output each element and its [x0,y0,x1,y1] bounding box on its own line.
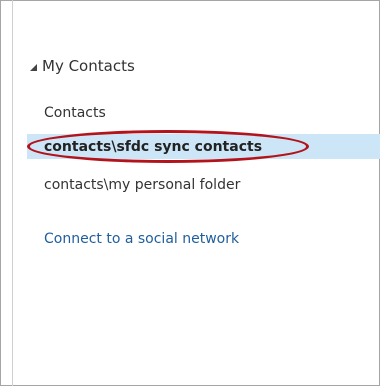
folder-item-label: contacts\my personal folder [44,176,241,193]
my-contacts-group-header[interactable]: My Contacts [30,56,135,76]
folder-item-label: contacts\sfdc sync contacts [44,138,263,155]
folder-item-contacts[interactable]: Contacts [27,100,380,125]
folder-pane: My Contacts Contacts contacts\sfdc sync … [13,0,380,386]
folder-item-sfdc-sync-contacts[interactable]: contacts\sfdc sync contacts [27,134,380,159]
group-label: My Contacts [42,57,135,75]
connect-social-network-link[interactable]: Connect to a social network [44,231,239,247]
folder-item-my-personal-folder[interactable]: contacts\my personal folder [27,172,380,197]
collapse-triangle-icon[interactable] [30,63,37,71]
folder-item-label: Contacts [44,104,106,121]
